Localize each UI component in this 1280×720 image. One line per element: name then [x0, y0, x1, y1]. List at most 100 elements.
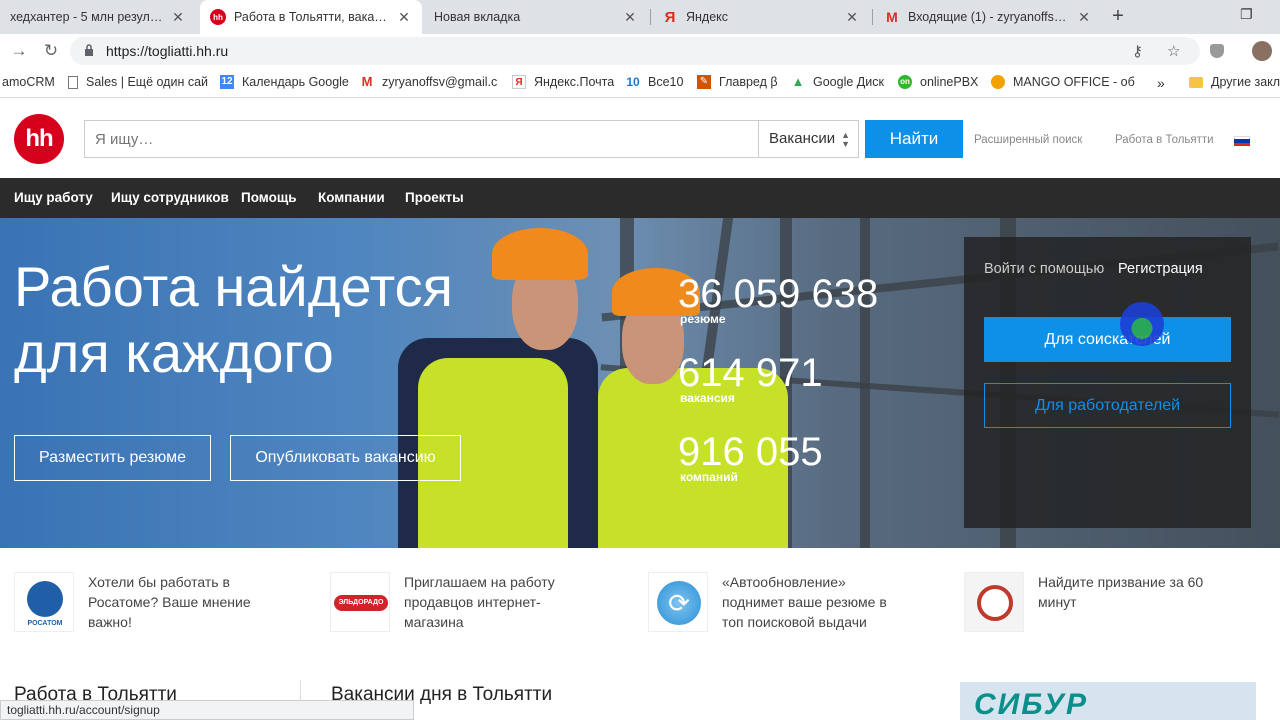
- sibur-ad-banner[interactable]: СИБУР: [960, 682, 1256, 720]
- hh-favicon-icon: hh: [210, 9, 226, 25]
- browser-toolbar: → ↻ https://togliatti.hh.ru ⚷ ☆: [0, 34, 1280, 68]
- search-button[interactable]: Найти: [865, 120, 963, 158]
- gmail-favicon-icon: M: [886, 9, 898, 25]
- bookmark-onlinepbx[interactable]: on onlinePBX: [898, 75, 978, 89]
- avatar[interactable]: [1252, 41, 1272, 61]
- bookmark-google-drive[interactable]: ▲ Google Диск: [791, 74, 884, 90]
- eldorado-logo: ЭЛЬДОРАДО: [330, 572, 390, 632]
- alarm-clock-icon: [964, 572, 1024, 632]
- bookmark-sales[interactable]: Sales | Ещё один сай: [68, 75, 208, 89]
- nav-projects[interactable]: Проекты: [405, 190, 464, 205]
- search-type-value: Вакансии: [769, 130, 836, 147]
- forward-icon[interactable]: →: [8, 40, 30, 62]
- key-icon[interactable]: ⚷: [1132, 42, 1143, 60]
- hero-title-line: для каждого: [14, 321, 334, 384]
- updown-arrows-icon: ▲ ▼: [841, 130, 850, 149]
- tab-divider: [872, 9, 873, 25]
- bookmark-vse10[interactable]: 10 Все10: [626, 75, 683, 89]
- login-panel: Войти с помощью Регистрация Для соискате…: [964, 237, 1251, 528]
- folder-icon: [1189, 76, 1203, 88]
- stat-resumes-label: резюме: [680, 312, 726, 326]
- for-employers-button[interactable]: Для работодателей: [984, 383, 1231, 428]
- bookmark-label: Яндекс.Почта: [534, 75, 615, 89]
- bookmarks-overflow-icon[interactable]: »: [1157, 75, 1165, 91]
- bookmark-other[interactable]: Другие закл: [1189, 75, 1280, 89]
- bookmark-label: Google Диск: [813, 75, 884, 89]
- nav-help[interactable]: Помощь: [241, 190, 297, 205]
- promo-logo-text: РОСАТОМ: [27, 620, 63, 627]
- register-link[interactable]: Регистрация: [1118, 261, 1203, 277]
- nav-companies[interactable]: Компании: [318, 190, 385, 205]
- tab-divider: [650, 9, 651, 25]
- drive-icon: ▲: [791, 74, 805, 89]
- tab-title: Входящие (1) - zyryanoffsv@g...: [908, 10, 1070, 24]
- shield-extension-icon[interactable]: [1210, 44, 1224, 58]
- bookmark-label: Все10: [648, 75, 684, 89]
- stat-companies-value: 916 055: [678, 430, 823, 474]
- tab-gmail[interactable]: M Входящие (1) - zyryanoffsv@g... ✕: [874, 0, 1102, 34]
- russia-flag-icon[interactable]: [1234, 136, 1250, 146]
- atom-icon: [27, 581, 63, 617]
- browser-tab-strip: хедхантер - 5 млн результато... ✕ hh Раб…: [0, 0, 1280, 34]
- rosatom-logo: РОСАТОМ: [14, 572, 74, 632]
- close-icon[interactable]: ✕: [622, 9, 638, 26]
- stat-vacancies-value: 614 971: [678, 351, 823, 395]
- bookmark-label: Главред β: [719, 75, 778, 89]
- close-icon[interactable]: ✕: [170, 9, 186, 26]
- bookmark-label: Календарь Google: [242, 75, 349, 89]
- address-bar[interactable]: https://togliatti.hh.ru ⚷ ☆: [70, 37, 1200, 65]
- for-seekers-button[interactable]: Для соискателей: [984, 317, 1231, 362]
- close-icon[interactable]: ✕: [396, 9, 412, 26]
- glavred-icon: ✎: [697, 75, 711, 89]
- bookmarks-bar: amoCRM Sales | Ещё один сай 12 Календарь …: [0, 68, 1280, 98]
- mango-icon: [991, 75, 1005, 89]
- bookmark-label: MANGO OFFICE - об: [1013, 75, 1135, 89]
- vse10-icon: 10: [626, 75, 640, 89]
- url-text: https://togliatti.hh.ru: [106, 43, 229, 59]
- tab-yandex[interactable]: Я Яндекс ✕: [652, 0, 870, 34]
- hh-logo[interactable]: hh: [14, 114, 64, 164]
- status-bar-url: togliatti.hh.ru/account/signup: [0, 700, 414, 720]
- nav-find-job[interactable]: Ищу работу: [14, 190, 93, 205]
- promo-text: Хотели бы работать в Росатоме? Ваше мнен…: [88, 574, 251, 630]
- bookmark-label: Другие закл: [1211, 75, 1280, 89]
- login-with-link[interactable]: Войти с помощью: [984, 261, 1104, 277]
- lock-icon: [85, 44, 93, 56]
- promo-text: Приглашаем на работу продавцов интернет-…: [404, 574, 555, 630]
- tab-hh-togliatti[interactable]: hh Работа в Тольятти, ваканси... ✕: [200, 0, 422, 34]
- star-icon[interactable]: ☆: [1167, 42, 1180, 60]
- bookmark-amocrm[interactable]: amoCRM: [2, 75, 55, 89]
- advanced-search-link[interactable]: Расширенный поиск: [974, 134, 1082, 146]
- calendar-icon: 12: [220, 75, 234, 89]
- close-icon[interactable]: ✕: [1076, 9, 1092, 26]
- page-icon: [68, 75, 78, 89]
- bookmark-label: onlinePBX: [920, 75, 979, 89]
- hero-title-line: Работа найдется: [14, 255, 454, 318]
- bookmark-yandex-mail[interactable]: Я Яндекс.Почта: [512, 75, 614, 89]
- post-resume-button[interactable]: Разместить резюме: [14, 435, 211, 481]
- tab-title: Яндекс: [686, 10, 729, 24]
- hero-banner: Работа найдется для каждого Разместить р…: [0, 218, 1280, 548]
- restore-window-icon[interactable]: ❐: [1240, 6, 1253, 23]
- tab-headhunter[interactable]: хедхантер - 5 млн результато... ✕: [0, 0, 196, 34]
- bookmark-mango-office[interactable]: MANGO OFFICE - об: [991, 75, 1135, 89]
- bookmark-label: zyryanoffsv@gmail.c: [382, 75, 498, 89]
- tab-new[interactable]: Новая вкладка ✕: [424, 0, 648, 34]
- bookmark-google-calendar[interactable]: 12 Календарь Google: [220, 75, 349, 89]
- search-type-select[interactable]: Вакансии ▲ ▼: [758, 120, 859, 158]
- new-tab-button[interactable]: +: [1106, 4, 1130, 28]
- search-input[interactable]: [84, 120, 759, 158]
- helmet-icon: [492, 228, 588, 280]
- close-icon[interactable]: ✕: [844, 9, 860, 26]
- stat-vacancies-label: вакансия: [680, 391, 735, 405]
- bookmark-glavred[interactable]: ✎ Главред β: [697, 75, 778, 89]
- nav-find-employees[interactable]: Ищу сотрудников: [111, 190, 229, 205]
- post-vacancy-button[interactable]: Опубликовать вакансию: [230, 435, 461, 481]
- hero-title: Работа найдется для каждого: [14, 254, 453, 386]
- tab-title: Новая вкладка: [434, 10, 521, 24]
- promo-text: «Автообновление» поднимет ваше резюме в …: [722, 574, 887, 630]
- bookmark-label: amoCRM: [2, 75, 55, 89]
- reload-icon[interactable]: ↻: [40, 40, 62, 62]
- city-link[interactable]: Работа в Тольятти: [1115, 134, 1214, 146]
- bookmark-gmail[interactable]: Mzyryanoffsv@gmail.c: [360, 75, 498, 90]
